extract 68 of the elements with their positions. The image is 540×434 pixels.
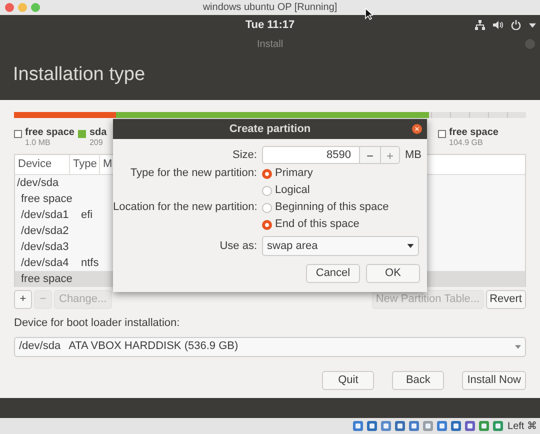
device-name: /dev/sda1 (20, 208, 70, 223)
use-as-dropdown[interactable]: swap area (262, 236, 419, 256)
radio-label[interactable]: Primary (275, 165, 313, 182)
device-status-icon[interactable] (352, 420, 364, 432)
decrease-button[interactable]: − (360, 146, 380, 164)
use-as-value: swap area (267, 238, 318, 254)
action-button[interactable]: Install Now (462, 370, 526, 390)
device-status-icon[interactable] (464, 420, 476, 432)
action-button[interactable]: Quit (322, 370, 374, 390)
size-field[interactable]: 8590 (262, 146, 360, 164)
caret-icon (515, 344, 521, 348)
legend-label: free space (25, 128, 74, 138)
size-label: Size: (232, 148, 257, 163)
device-status-icon[interactable] (394, 420, 406, 432)
legend-size: 209 (89, 139, 104, 147)
legend-swatch (14, 130, 22, 138)
network-icon[interactable] (475, 20, 485, 30)
device-status-icon[interactable] (436, 420, 448, 432)
option-group-label: Type for the new partition: (129, 166, 257, 182)
legend-swatch (438, 130, 446, 138)
device-status-icon[interactable] (492, 420, 504, 432)
device-status-icon[interactable] (408, 420, 420, 432)
caret-icon (407, 244, 414, 248)
power-icon[interactable] (511, 20, 521, 30)
page-heading: Installation type (13, 63, 146, 88)
device-status-icon[interactable] (478, 420, 490, 432)
size-value: 8590 (326, 148, 351, 163)
dialog-button[interactable]: OK (366, 264, 420, 283)
dialog-button[interactable]: Cancel (306, 264, 360, 283)
legend-size: 104.9 GB (449, 139, 484, 147)
radio-button[interactable] (262, 186, 272, 196)
unit-label: MB (405, 148, 422, 163)
option-group-label: Location for the new partition: (113, 200, 257, 216)
device-description: ATA VBOX HARDDISK (536.9 GB) (68, 339, 238, 354)
column-header[interactable]: Device (15, 155, 70, 174)
window-title: windows ubuntu OP [Running] (202, 1, 338, 15)
boot-loader-label: Device for boot loader installation: (14, 316, 181, 331)
boot-device-dropdown[interactable]: /dev/sda ATA VBOX HARDDISK (536.9 GB) (14, 336, 526, 356)
radio-button[interactable] (262, 168, 272, 178)
dialog-title: Create partition (229, 122, 311, 137)
radio-label[interactable]: End of this space (275, 216, 360, 233)
caret-icon[interactable] (529, 22, 536, 28)
radio-label[interactable]: Beginning of this space (275, 199, 389, 216)
use-as-label: Use as: (218, 238, 257, 254)
legend-label: sda (89, 128, 107, 138)
action-button[interactable]: Back (392, 370, 444, 390)
device-name: /dev/sda4 (20, 256, 70, 271)
legend-size: 1.0 MB (25, 139, 52, 147)
toolbar-button[interactable]: Revert (486, 290, 526, 309)
device-status-icon[interactable] (380, 420, 392, 432)
cursor-icon (365, 8, 373, 20)
radio-label[interactable]: Logical (275, 182, 310, 199)
partition-type: ntfs (81, 256, 99, 271)
device-status-icon[interactable] (422, 420, 434, 432)
partition-type: efi (81, 208, 93, 223)
installer-title: Install (256, 38, 284, 52)
toolbar-button[interactable]: + (14, 290, 32, 309)
device-path: /dev/sda (19, 339, 61, 354)
device-status-icon[interactable] (366, 420, 378, 432)
volume-icon[interactable] (493, 20, 503, 30)
host-key-label: Left ⌘ (508, 420, 537, 434)
clock[interactable]: Tue 11:17 (245, 16, 295, 34)
radio-button[interactable] (262, 220, 272, 230)
column-header[interactable]: Type (70, 155, 100, 174)
device-status-icon[interactable] (450, 420, 462, 432)
device-name: free space (20, 272, 74, 287)
legend-label: free space (449, 128, 498, 138)
radio-button[interactable] (262, 202, 272, 212)
